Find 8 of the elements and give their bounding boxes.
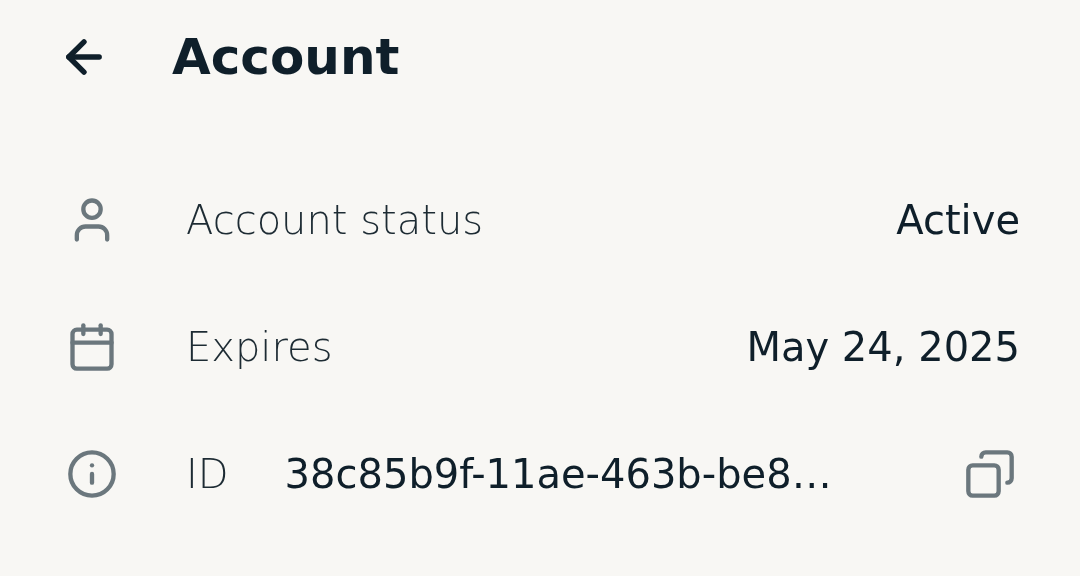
- id-value: 38c85b9f-11ae-463b-be8…: [284, 449, 832, 499]
- row-value: Active: [896, 195, 1020, 245]
- row-value: May 24, 2025: [746, 322, 1020, 372]
- page-title: Account: [172, 26, 400, 88]
- info-icon: [66, 447, 118, 500]
- row-label: Expires: [186, 322, 333, 372]
- row-label: Account status: [186, 195, 484, 245]
- row-label: ID: [186, 449, 229, 499]
